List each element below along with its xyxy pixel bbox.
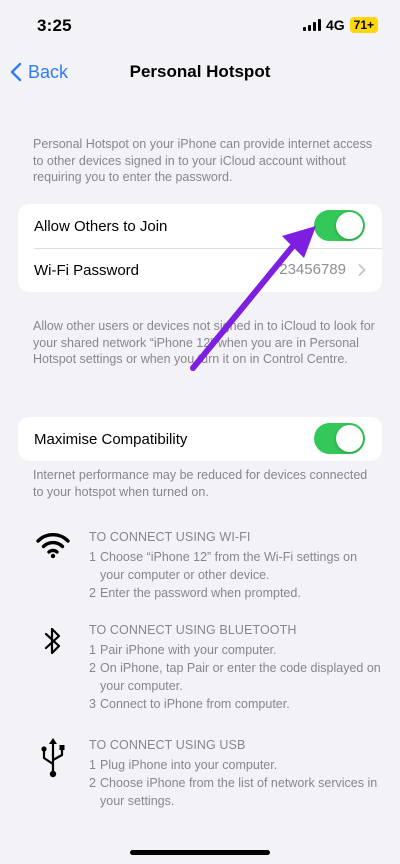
navigation-bar: Back Personal Hotspot — [0, 56, 400, 90]
wifi-password-row[interactable]: Wi-Fi Password 23456789 — [18, 248, 382, 292]
bluetooth-icon — [33, 621, 73, 661]
network-type: 4G — [325, 17, 345, 33]
bluetooth-step: 1 Pair iPhone with your computer. — [89, 643, 277, 657]
usb-step: 2 Choose iPhone from the list of network … — [89, 776, 378, 808]
bluetooth-step: 2 On iPhone, tap Pair or enter the code d… — [89, 661, 381, 693]
allow-others-row: Allow Others to Join — [18, 204, 382, 248]
allow-others-footer: Allow other users or devices not signed … — [33, 319, 375, 366]
usb-icon — [33, 736, 73, 778]
status-bar: 3:25 4G 71+ — [0, 0, 400, 50]
maximise-compatibility-row: Maximise Compatibility — [18, 417, 382, 461]
intro-description: Personal Hotspot on your iPhone can prov… — [33, 137, 373, 184]
wifi-step: 2 Enter the password when prompted. — [89, 586, 301, 600]
compatibility-group: Maximise Compatibility — [18, 417, 382, 461]
home-indicator — [130, 850, 270, 855]
cellular-signal-icon — [302, 19, 321, 31]
allow-others-label: Allow Others to Join — [34, 217, 168, 235]
status-time: 3:25 — [37, 16, 72, 35]
battery-icon: 71+ — [349, 17, 378, 33]
wifi-instructions-title: TO CONNECT USING WI-FI — [89, 530, 251, 544]
compatibility-footer: Internet performance may be reduced for … — [33, 468, 368, 499]
usb-instructions-title: TO CONNECT USING USB — [89, 738, 246, 752]
wifi-instructions: TO CONNECT USING WI-FI 1 Choose “iPhone 1… — [33, 528, 383, 602]
wifi-password-value: 23456789 — [279, 261, 346, 278]
wifi-icon — [33, 528, 73, 568]
battery-level: 71+ — [353, 18, 374, 32]
allow-others-toggle[interactable] — [314, 210, 365, 241]
hotspot-settings-group: Allow Others to Join Wi-Fi Password 2345… — [18, 204, 382, 292]
bluetooth-step: 3 Connect to iPhone from computer. — [89, 697, 290, 711]
maximise-compatibility-label: Maximise Compatibility — [34, 430, 188, 448]
chevron-right-icon — [358, 264, 366, 276]
bluetooth-instructions-title: TO CONNECT USING BLUETOOTH — [89, 623, 297, 637]
wifi-step: 1 Choose “iPhone 12” from the Wi-Fi setti… — [89, 550, 358, 582]
status-indicators: 4G 71+ — [302, 17, 378, 33]
page-title: Personal Hotspot — [129, 62, 271, 81]
usb-instructions: TO CONNECT USING USB 1 Plug iPhone into y… — [33, 736, 383, 810]
maximise-compatibility-toggle[interactable] — [314, 423, 365, 454]
bluetooth-instructions: TO CONNECT USING BLUETOOTH 1 Pair iPhone … — [33, 621, 383, 713]
usb-step: 1 Plug iPhone into your computer. — [89, 758, 278, 772]
wifi-password-label: Wi-Fi Password — [34, 261, 140, 279]
